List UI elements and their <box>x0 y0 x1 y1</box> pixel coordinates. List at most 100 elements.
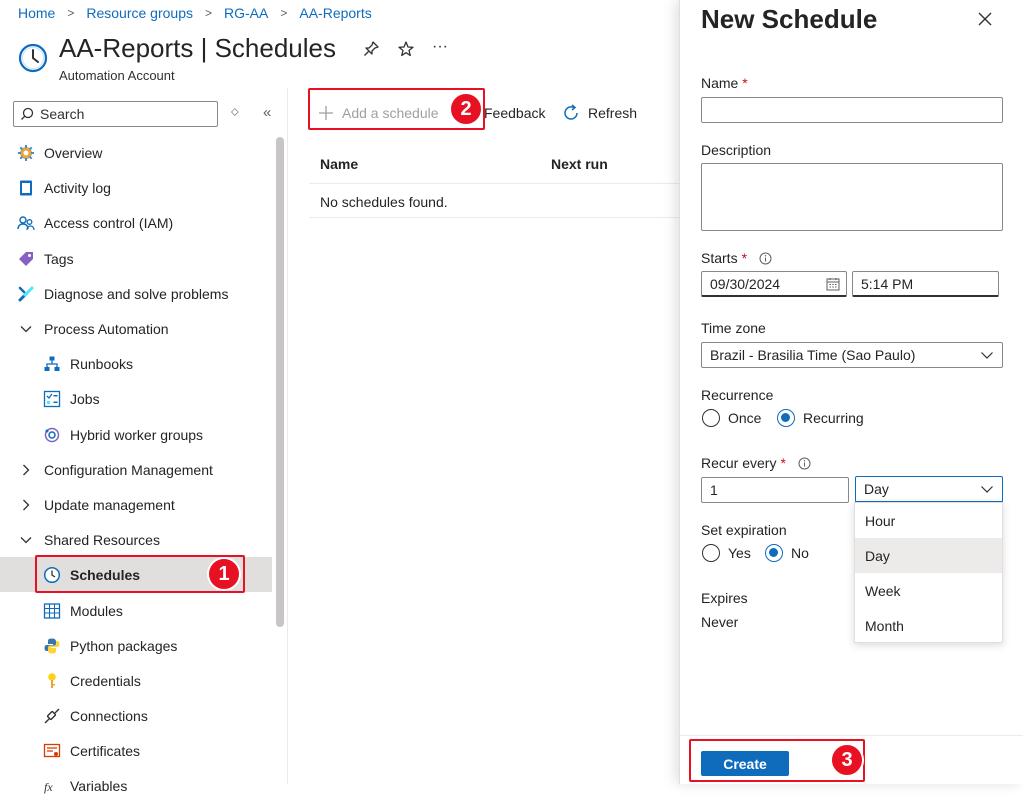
description-textarea[interactable] <box>701 163 1003 231</box>
starts-label-text: Starts <box>701 250 738 266</box>
gear-icon <box>18 144 34 161</box>
sidebar-item-label: Access control (IAM) <box>44 214 174 231</box>
sidebar-item-overview[interactable]: Overview <box>0 135 272 170</box>
breadcrumb-home[interactable]: Home <box>18 5 55 21</box>
sidebar-scrollbar[interactable] <box>276 137 284 627</box>
dropdown-option-month[interactable]: Month <box>855 608 1002 643</box>
breadcrumb-resource-groups[interactable]: Resource groups <box>86 5 193 21</box>
required-marker: * <box>780 455 786 471</box>
certificate-icon <box>43 743 61 757</box>
sidebar-item-runbooks[interactable]: Runbooks <box>0 346 272 381</box>
sidebar-group-process-automation[interactable]: Process Automation <box>0 311 272 346</box>
star-icon[interactable] <box>397 40 415 58</box>
description-label: Description <box>701 142 772 158</box>
expiration-no-radio[interactable]: No <box>765 544 809 562</box>
timezone-select[interactable]: Brazil - Brasilia Time (Sao Paulo) <box>701 342 1003 368</box>
dropdown-option-week[interactable]: Week <box>855 573 1002 608</box>
radio-circle <box>702 544 720 562</box>
expires-value: Never <box>701 614 739 630</box>
radio-label: Yes <box>728 545 751 561</box>
sidebar-item-access-control[interactable]: Access control (IAM) <box>0 205 272 240</box>
set-expiration-label: Set expiration <box>701 522 787 538</box>
recur-every-label-text: Recur every <box>701 455 777 471</box>
required-marker: * <box>742 75 748 91</box>
dropdown-option-hour[interactable]: Hour <box>855 503 1002 538</box>
breadcrumb-rg-aa[interactable]: RG-AA <box>224 5 268 21</box>
recurrence-label: Recurrence <box>701 387 774 403</box>
chevron-down-icon <box>981 352 993 359</box>
sidebar-item-label: Certificates <box>70 742 141 759</box>
radio-circle-selected <box>777 409 795 427</box>
name-label-text: Name <box>701 75 739 91</box>
sidebar-item-connections[interactable]: Connections <box>0 698 272 733</box>
python-icon <box>44 638 60 653</box>
sidebar-item-certificates[interactable]: Certificates <box>0 733 272 768</box>
info-icon[interactable] <box>759 252 772 265</box>
start-time-input[interactable]: 5:14 PM <box>852 271 999 297</box>
jobs-icon <box>43 390 61 407</box>
recur-every-input[interactable]: 1 <box>701 477 849 503</box>
column-header-next-run[interactable]: Next run <box>551 156 608 172</box>
sidebar-item-credentials[interactable]: Credentials <box>0 663 272 698</box>
feedback-button[interactable]: Feedback <box>484 103 545 123</box>
sidebar-item-tags[interactable]: Tags <box>0 241 272 276</box>
search-icon <box>21 107 34 120</box>
recur-every-label: Recur every * <box>701 455 811 471</box>
start-date-input[interactable]: 09/30/2024 <box>701 271 847 297</box>
sidebar-group-shared-resources[interactable]: Shared Resources <box>0 522 272 557</box>
sidebar-item-modules[interactable]: Modules <box>0 593 272 628</box>
expand-collapse-icon[interactable]: ⬦ <box>231 106 239 119</box>
recur-unit-dropdown: Hour Day Week Month <box>854 502 1003 643</box>
chevron-down-icon <box>20 536 32 543</box>
sidebar-item-variables[interactable]: fx Variables <box>0 768 272 803</box>
sidebar-item-label: Tags <box>44 250 74 267</box>
wrench-icon <box>18 286 34 301</box>
breadcrumb-aa-reports[interactable]: AA-Reports <box>299 5 371 21</box>
sidebar-item-label: Variables <box>70 777 128 794</box>
table-header-divider <box>309 183 679 184</box>
close-icon[interactable] <box>977 11 993 27</box>
more-options-icon[interactable]: ··· <box>432 38 448 56</box>
refresh-button[interactable]: Refresh <box>562 103 637 123</box>
calendar-icon[interactable] <box>826 277 840 291</box>
column-header-name[interactable]: Name <box>320 156 358 172</box>
modules-icon <box>43 602 61 619</box>
annotation-badge-3: 3 <box>830 743 864 777</box>
refresh-label: Refresh <box>588 105 638 121</box>
sidebar-item-python-packages[interactable]: Python packages <box>0 628 272 663</box>
hybrid-worker-icon <box>44 427 60 442</box>
sidebar-item-diagnose[interactable]: Diagnose and solve problems <box>0 276 272 311</box>
sidebar-item-hybrid-worker-groups[interactable]: Hybrid worker groups <box>0 417 272 452</box>
annotation-badge-1: 1 <box>207 557 241 591</box>
collapse-sidebar-icon[interactable]: « <box>263 104 271 121</box>
sidebar-item-label: Overview <box>44 144 103 161</box>
schedule-clock-icon <box>18 43 48 73</box>
page-title: AA-Reports | Schedules <box>59 33 336 63</box>
recur-unit-select[interactable]: Day <box>855 476 1003 503</box>
recurrence-once-radio[interactable]: Once <box>702 409 761 427</box>
recurrence-recurring-radio[interactable]: Recurring <box>777 409 864 427</box>
sidebar-item-label: Activity log <box>44 179 111 196</box>
activity-log-icon <box>20 180 32 195</box>
people-icon <box>17 215 35 230</box>
sidebar-item-label: Python packages <box>70 637 178 654</box>
search-input[interactable]: Search <box>13 101 218 127</box>
sidebar-group-update-management[interactable]: Update management <box>0 487 272 522</box>
info-icon[interactable] <box>798 457 811 470</box>
sidebar-item-jobs[interactable]: Jobs <box>0 381 272 416</box>
radio-label: No <box>791 545 809 561</box>
name-input[interactable] <box>701 97 1003 123</box>
radio-label: Once <box>728 410 762 426</box>
sidebar-item-label: Runbooks <box>70 355 134 372</box>
pin-icon[interactable] <box>362 40 380 58</box>
chevron-down-icon <box>20 325 32 332</box>
sidebar-group-configuration-management[interactable]: Configuration Management <box>0 452 272 487</box>
sidebar-item-label: Update management <box>44 496 175 513</box>
sidebar-item-label: Jobs <box>70 390 100 407</box>
dropdown-option-day[interactable]: Day <box>855 538 1002 573</box>
expiration-yes-radio[interactable]: Yes <box>702 544 751 562</box>
chevron-down-icon <box>981 486 993 493</box>
sidebar-item-activity-log[interactable]: Activity log <box>0 170 272 205</box>
chevron-right-icon <box>23 464 30 475</box>
sidebar-item-label: Credentials <box>70 672 141 689</box>
